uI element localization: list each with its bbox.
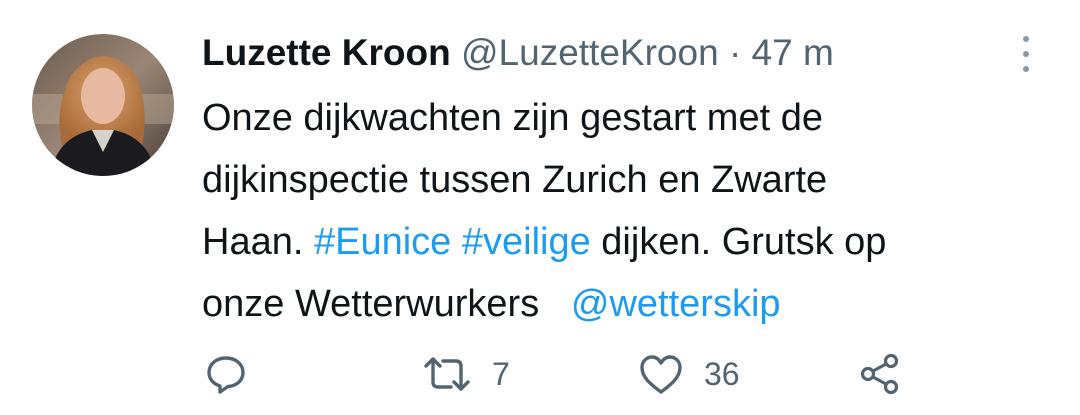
separator-dot: · xyxy=(728,32,742,73)
action-bar: 7 36 xyxy=(202,350,962,398)
tweet[interactable]: Luzette Kroon @LuzetteKroon · 47 m Onze … xyxy=(0,0,1080,415)
tweet-text-line: dijkinspectie tussen Zurich en Zwarte xyxy=(202,159,828,201)
tweet-text-fragment: dijken. Grutsk op xyxy=(601,221,887,263)
heart-icon xyxy=(640,355,682,394)
avatar[interactable] xyxy=(32,34,174,176)
tweet-text-line: Haan. #Eunice #veilige dijken. Grutsk op xyxy=(202,211,1062,273)
tweet-text-fragment: Haan. xyxy=(202,221,304,263)
user-handle[interactable]: @LuzetteKroon xyxy=(461,32,719,73)
display-name[interactable]: Luzette Kroon xyxy=(202,32,451,73)
like-count: 36 xyxy=(704,356,740,392)
tweet-text: Onze dijkwachten zijn gestart met de dij… xyxy=(202,87,1062,335)
retweet-count: 7 xyxy=(492,356,510,392)
hashtag-link[interactable]: #veilige xyxy=(462,221,591,263)
share-button[interactable] xyxy=(858,350,902,398)
tweet-text-line: onze Wetterwurkers @wetterskip xyxy=(202,273,1062,335)
tweet-text-fragment: onze Wetterwurkers xyxy=(202,283,540,325)
tweet-header: Luzette Kroon @LuzetteKroon · 47 m xyxy=(202,28,834,78)
reply-icon xyxy=(207,356,245,394)
profile-photo-icon xyxy=(32,34,174,176)
retweet-button[interactable]: 7 xyxy=(422,350,510,398)
reply-button[interactable] xyxy=(204,350,248,398)
more-options-icon[interactable] xyxy=(1014,36,1038,72)
tweet-text-line: Onze dijkwachten zijn gestart met de xyxy=(202,97,823,139)
mention-link[interactable]: @wetterskip xyxy=(571,283,781,325)
timestamp[interactable]: 47 m xyxy=(752,32,834,73)
hashtag-link[interactable]: #Eunice xyxy=(314,221,451,263)
share-icon xyxy=(860,353,899,395)
retweet-icon xyxy=(424,357,470,391)
like-button[interactable]: 36 xyxy=(638,350,740,398)
